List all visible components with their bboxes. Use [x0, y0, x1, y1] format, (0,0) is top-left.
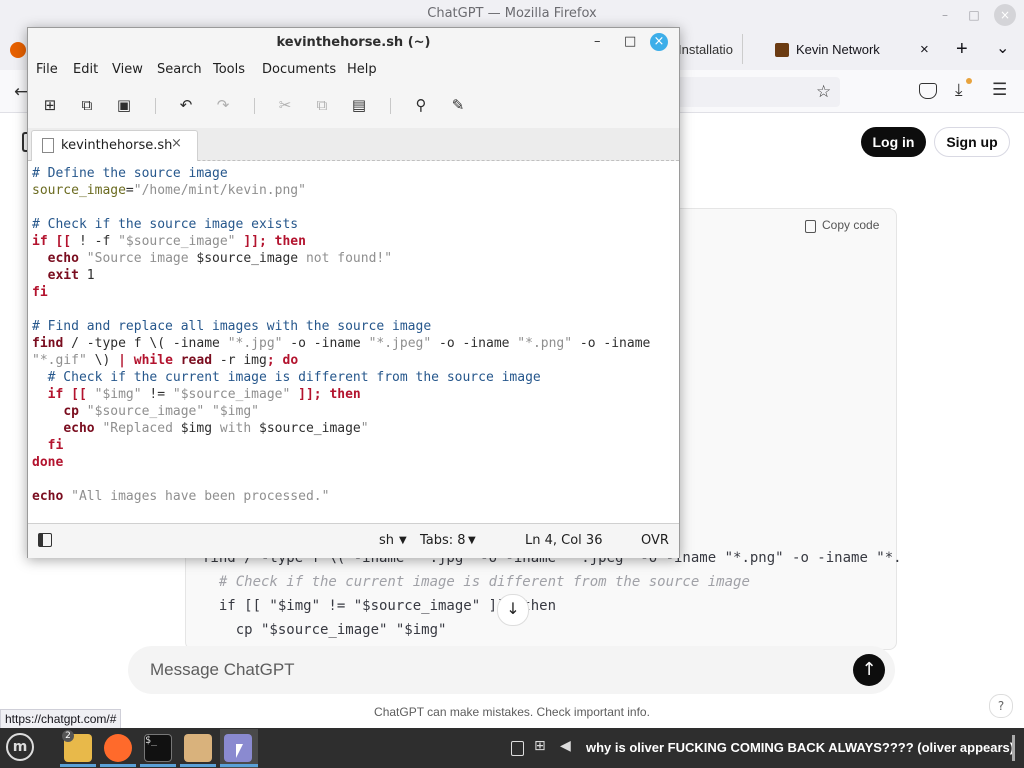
network-icon[interactable]: ⊞: [534, 738, 546, 754]
code-line: # Define the source image: [32, 166, 228, 181]
file-manager-icon[interactable]: [184, 734, 212, 762]
code-line: fi: [47, 438, 64, 453]
code-line: # Find and replace all images with the s…: [32, 319, 432, 334]
downloads-icon[interactable]: ⤓: [955, 80, 963, 100]
volume-icon[interactable]: ◀: [560, 738, 571, 754]
tab-close-icon[interactable]: ×: [171, 136, 182, 151]
code-editor[interactable]: # Define the source image source_image="…: [28, 161, 679, 523]
code-line: "*.gif" \) | while read -r img; do: [32, 353, 299, 368]
close-icon[interactable]: ×: [650, 33, 668, 51]
code-line: # Check if the source image exists: [32, 217, 299, 232]
cursor-position: Ln 4, Col 36: [525, 533, 603, 548]
menu-help[interactable]: Help: [347, 62, 377, 77]
task-indicator: [60, 764, 96, 767]
sidebar-icon-pane: [39, 534, 43, 546]
minimize-icon[interactable]: –: [936, 6, 954, 24]
file-icon: [42, 138, 54, 153]
firefox-icon: [10, 42, 26, 58]
code-line: fi: [32, 285, 48, 300]
terminal-icon[interactable]: $_: [144, 734, 172, 762]
bookmark-star-icon[interactable]: ☆: [816, 82, 831, 102]
notification-text: why is oliver FUCKING COMING BACK ALWAYS…: [586, 740, 1015, 755]
open-icon[interactable]: ⧉: [76, 94, 98, 116]
task-indicator: [180, 764, 216, 767]
menu-tools[interactable]: Tools: [213, 62, 245, 77]
message-placeholder: Message ChatGPT: [150, 660, 295, 679]
code-line: find / -type f \( -iname "*.jpg" -o -ina…: [32, 336, 651, 351]
mint-menu-icon[interactable]: m: [6, 733, 34, 761]
editor-title: kevinthehorse.sh (~): [276, 35, 431, 50]
mouse-cursor-icon: [236, 744, 243, 758]
firefox-icon[interactable]: [104, 734, 132, 762]
overwrite-mode[interactable]: OVR: [641, 533, 669, 548]
maximize-icon[interactable]: □: [624, 34, 636, 49]
copy-icon[interactable]: ⧉: [311, 94, 333, 116]
toolbar-separator: [390, 98, 391, 114]
search-replace-icon[interactable]: ✎: [447, 94, 469, 116]
tab-list-icon[interactable]: ⌄: [996, 38, 1009, 58]
code-line: exit 1: [47, 268, 95, 283]
toolbar-separator: [155, 98, 156, 114]
minimize-icon[interactable]: –: [594, 34, 601, 49]
files-badge: 2: [62, 730, 74, 742]
url-bar[interactable]: [672, 77, 840, 107]
code-line: echo "All images have been processed.": [32, 489, 330, 504]
tab-close-icon[interactable]: ×: [920, 41, 929, 58]
toolbar-separator: [254, 98, 255, 114]
copy-code-button[interactable]: Copy code: [822, 218, 879, 232]
text-editor-window: kevinthehorse.sh (~) – □ × File Edit Vie…: [27, 27, 680, 558]
search-icon[interactable]: ⚲: [410, 94, 432, 116]
signup-button[interactable]: Sign up: [934, 127, 1010, 157]
background-code-line: # Check if the current image is differen…: [202, 574, 750, 590]
menu-file[interactable]: File: [36, 62, 58, 77]
code-line: source_image="/home/mint/kevin.png": [32, 183, 306, 198]
code-line: echo "Replaced $img with $source_image": [63, 421, 369, 436]
menu-icon[interactable]: ☰: [992, 80, 1007, 100]
code-line: echo "Source image $source_image not fou…: [47, 251, 393, 266]
tab-width-selector[interactable]: Tabs: 8: [420, 533, 466, 548]
code-line: done: [32, 455, 64, 470]
new-file-icon[interactable]: ⊞: [39, 94, 61, 116]
downloads-badge-icon: [966, 78, 972, 84]
chevron-down-icon: ▼: [399, 535, 407, 546]
cut-icon[interactable]: ✂: [274, 94, 296, 116]
document-tab-label: kevinthehorse.sh: [61, 138, 173, 153]
language-selector[interactable]: sh: [379, 533, 394, 548]
save-icon[interactable]: ▣: [113, 94, 135, 116]
close-icon[interactable]: ×: [994, 4, 1016, 26]
chevron-down-icon: ▼: [468, 535, 476, 546]
status-url: https://chatgpt.com/#: [0, 709, 122, 729]
scroll-down-icon[interactable]: ↓: [497, 594, 529, 626]
menu-view[interactable]: View: [112, 62, 143, 77]
help-button[interactable]: ?: [989, 694, 1013, 718]
horse-favicon-icon: [775, 43, 789, 57]
code-line: if [[ "$img" != "$source_image" ]]; then: [47, 387, 361, 402]
task-indicator: [100, 764, 136, 767]
clipboard-icon[interactable]: [511, 741, 524, 756]
background-code-line: cp "$source_image" "$img": [202, 622, 447, 638]
undo-icon[interactable]: ↶: [175, 94, 197, 116]
task-indicator: [140, 764, 176, 767]
login-button[interactable]: Log in: [861, 127, 926, 157]
show-desktop-icon[interactable]: [1012, 735, 1015, 761]
code-line: if [[ ! -f "$source_image" ]]; then: [32, 234, 306, 249]
firefox-window-title: ChatGPT — Mozilla Firefox: [427, 6, 597, 21]
menu-search[interactable]: Search: [157, 62, 202, 77]
menu-documents[interactable]: Documents: [262, 62, 336, 77]
tab-kevin-network[interactable]: Kevin Network: [796, 42, 880, 57]
pocket-icon[interactable]: [919, 83, 937, 99]
send-icon[interactable]: ↑: [853, 654, 885, 686]
task-indicator: [220, 764, 258, 767]
copy-icon[interactable]: [805, 220, 816, 233]
new-tab-icon[interactable]: +: [956, 38, 968, 61]
tab-installation[interactable]: Installatio: [678, 42, 733, 57]
code-line: # Check if the current image is differen…: [47, 370, 541, 385]
code-line: cp "$source_image" "$img": [63, 404, 259, 419]
menu-edit[interactable]: Edit: [73, 62, 98, 77]
disclaimer-text: ChatGPT can make mistakes. Check importa…: [374, 705, 650, 719]
redo-icon[interactable]: ↷: [212, 94, 234, 116]
tab-separator: [742, 34, 743, 64]
maximize-icon[interactable]: □: [965, 6, 983, 24]
paste-icon[interactable]: ▤: [348, 94, 370, 116]
